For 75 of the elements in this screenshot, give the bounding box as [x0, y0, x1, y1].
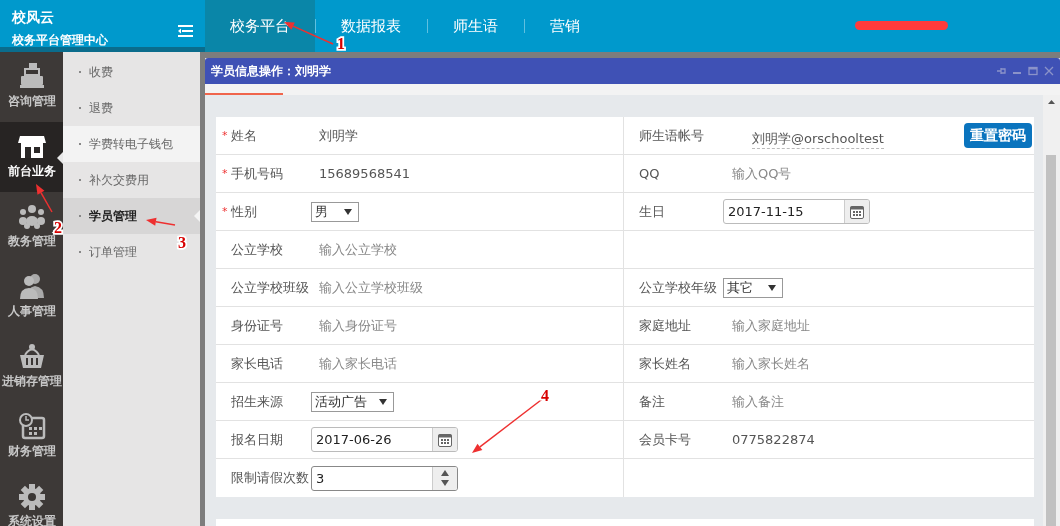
annotation-arrow	[146, 217, 176, 226]
field-value: 刘明学	[318, 126, 358, 145]
calendar-icon	[438, 432, 452, 447]
annotation-number: 3	[178, 234, 186, 251]
dropdown-caret-icon	[379, 398, 387, 405]
settings-icon	[16, 482, 47, 510]
pin-icon[interactable]	[996, 66, 1006, 76]
close-icon[interactable]	[1044, 66, 1054, 76]
field-label: 家长电话	[231, 354, 284, 373]
field-label: 身份证号	[231, 316, 284, 335]
annotation-number: 4	[541, 387, 549, 404]
field-value: 0775822874	[731, 432, 815, 447]
field-label: QQ	[638, 166, 661, 181]
sidebar-item[interactable]: 前台业务	[0, 122, 63, 192]
field-label: 姓名	[231, 126, 258, 145]
submenu-item[interactable]: 订单管理	[63, 234, 143, 270]
submenu-item[interactable]: 学员管理	[63, 198, 200, 234]
annotation-arrow	[36, 184, 53, 213]
field-label: 公立学校	[231, 240, 284, 259]
annotation-number: 2	[54, 219, 62, 236]
field-label: 公立学校年级	[638, 278, 718, 297]
dropdown-caret-icon	[344, 208, 352, 215]
scrollbar[interactable]	[1043, 95, 1060, 526]
calendar-clock-icon	[16, 412, 47, 440]
input-field[interactable]: 输入身份证号	[315, 316, 397, 335]
field-label: 家长姓名	[638, 354, 692, 373]
field-label: 招生来源	[231, 392, 284, 411]
maximize-icon[interactable]	[1028, 66, 1038, 76]
date-field[interactable]: 2017-11-15	[723, 199, 870, 224]
people-icon	[16, 202, 47, 230]
input-field[interactable]: 输入公立学校班级	[315, 278, 423, 297]
reset-password-button[interactable]: 重置密码	[964, 123, 1032, 148]
increment-arrow-icon	[441, 470, 449, 476]
nav-tab[interactable]: 师生语	[427, 0, 524, 52]
field-label: 公立学校班级	[231, 278, 310, 297]
nav-tab[interactable]: 营销	[524, 0, 606, 52]
submenu-item[interactable]: 收费	[63, 54, 119, 90]
submenu-item[interactable]: 学费转电子钱包	[63, 126, 200, 162]
field-label: 会员卡号	[638, 430, 692, 449]
field-label: 家庭地址	[638, 316, 692, 335]
select-field[interactable]: 其它	[723, 277, 783, 298]
calendar-icon	[850, 204, 864, 219]
field-label: 生日	[638, 202, 666, 221]
required-asterisk: *	[221, 129, 229, 142]
account-value: 刘明学@orschooltest	[752, 130, 884, 149]
submenu-item[interactable]: 退费	[63, 90, 119, 126]
input-field[interactable]: 输入QQ号	[728, 164, 792, 183]
input-field[interactable]: 输入家庭地址	[728, 316, 810, 335]
field-label: 备注	[638, 392, 666, 411]
input-field[interactable]: 输入家长电话	[315, 354, 397, 373]
number-field[interactable]: 3	[311, 465, 458, 491]
field-label: 限制请假次数	[231, 469, 310, 487]
decrement-arrow-icon	[441, 480, 449, 486]
input-field[interactable]: 输入公立学校	[315, 240, 397, 259]
select-field[interactable]: 男	[311, 201, 359, 222]
input-field[interactable]: 输入备注	[728, 392, 784, 411]
required-asterisk: *	[221, 205, 229, 218]
scrollbar-thumb[interactable]	[1046, 155, 1056, 526]
select-field[interactable]: 活动广告	[311, 391, 394, 412]
field-label: 报名日期	[231, 430, 284, 449]
menu-icon[interactable]	[178, 25, 193, 37]
date-field[interactable]: 2017-06-26	[311, 427, 458, 452]
dialog-title: 学员信息操作：刘明学	[211, 62, 331, 80]
nav-tab[interactable]: 校务平台	[205, 0, 315, 52]
field-label: 师生语帐号	[638, 126, 705, 145]
field-value: 15689568541	[318, 166, 410, 181]
field-label: 手机号码	[231, 164, 284, 183]
annotation-number: 1	[337, 35, 345, 52]
submenu-item[interactable]: 补欠交费用	[63, 162, 155, 198]
required-asterisk: *	[221, 167, 229, 180]
dropdown-caret-icon	[768, 284, 776, 291]
input-field[interactable]: 输入家长姓名	[728, 354, 810, 373]
brand-name: 校风云	[12, 9, 54, 25]
field-label: 性别	[231, 202, 258, 221]
brand-subtitle: 校务平台管理中心	[12, 32, 108, 49]
